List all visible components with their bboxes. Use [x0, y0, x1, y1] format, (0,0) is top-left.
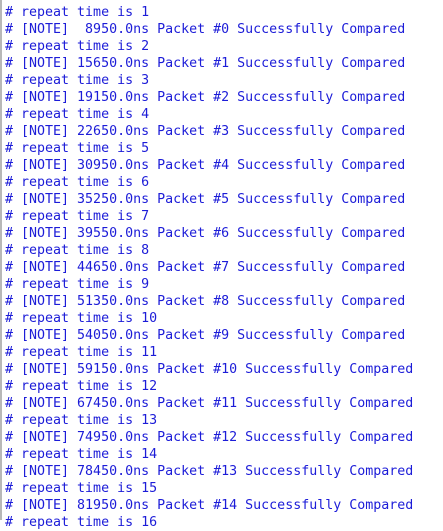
log-line: # [NOTE] 59150.0ns Packet #10 Successful…	[5, 362, 414, 377]
log-line: # repeat time is 14	[5, 447, 158, 462]
log-line: # repeat time is 3	[5, 73, 150, 88]
log-line: # [NOTE] 19150.0ns Packet #2 Successfull…	[5, 90, 406, 105]
log-line: # [NOTE] 30950.0ns Packet #4 Successfull…	[5, 158, 406, 173]
log-line: # [NOTE] 15650.0ns Packet #1 Successfull…	[5, 56, 406, 71]
log-line: # [NOTE] 22650.0ns Packet #3 Successfull…	[5, 124, 406, 139]
log-line: # [NOTE] 67450.0ns Packet #11 Successful…	[5, 396, 414, 411]
log-line: # repeat time is 7	[5, 209, 150, 224]
log-line: # repeat time is 10	[5, 311, 158, 326]
log-line: # repeat time is 4	[5, 107, 150, 122]
log-line: # [NOTE] 44650.0ns Packet #7 Successfull…	[5, 260, 406, 275]
log-line: # repeat time is 6	[5, 175, 150, 190]
log-line: # [NOTE] 51350.0ns Packet #8 Successfull…	[5, 294, 406, 309]
log-line: # repeat time is 16	[5, 515, 158, 530]
transcript-log: # repeat time is 1 # [NOTE] 8950.0ns Pack…	[0, 0, 443, 530]
log-line: # [NOTE] 78450.0ns Packet #13 Successful…	[5, 464, 414, 479]
log-line: # repeat time is 12	[5, 379, 158, 394]
log-line: # [NOTE] 74950.0ns Packet #12 Successful…	[5, 430, 414, 445]
log-line: # repeat time is 15	[5, 481, 158, 496]
log-line: # repeat time is 13	[5, 413, 158, 428]
log-line: # [NOTE] 81950.0ns Packet #14 Successful…	[5, 498, 414, 513]
log-line: # repeat time is 1	[5, 5, 150, 20]
log-line: # repeat time is 8	[5, 243, 150, 258]
log-line: # [NOTE] 39550.0ns Packet #6 Successfull…	[5, 226, 406, 241]
log-line: # [NOTE] 35250.0ns Packet #5 Successfull…	[5, 192, 406, 207]
log-line: # [NOTE] 8950.0ns Packet #0 Successfully…	[5, 22, 406, 37]
log-line: # [NOTE] 54050.0ns Packet #9 Successfull…	[5, 328, 406, 343]
log-line: # repeat time is 9	[5, 277, 150, 292]
log-line: # repeat time is 11	[5, 345, 158, 360]
log-line: # repeat time is 5	[5, 141, 150, 156]
log-line: # repeat time is 2	[5, 39, 150, 54]
